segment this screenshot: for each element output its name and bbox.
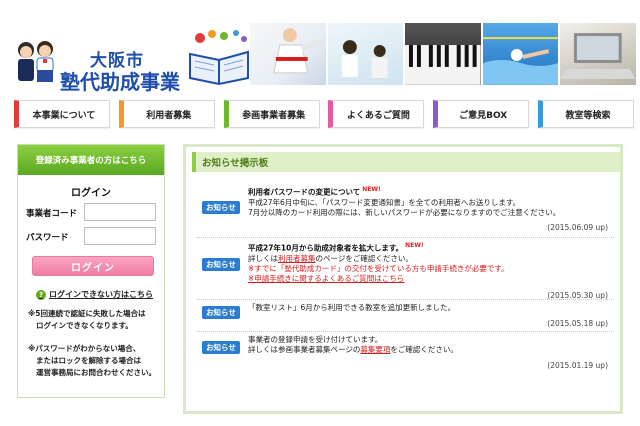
main-nav: 本事業について 利用者募集 参画事業者募集 よくあるご質問 ご意見BOX 教室等… xyxy=(14,100,634,130)
nav-item-label: 本事業について xyxy=(32,110,96,121)
notice-divider xyxy=(196,331,614,332)
nav-item-label: 参画事業者募集 xyxy=(242,110,306,121)
notice-date: (2015.06.09 up) xyxy=(547,223,608,232)
user-recruitment-link[interactable]: 利用者募集 xyxy=(278,254,316,263)
notice-body: 事業者の登録申請を受け付けています。 詳しくは参画事業者募集ページの募集要項をご… xyxy=(248,335,608,355)
login-title: ログイン xyxy=(71,188,111,199)
password-row: パスワード xyxy=(18,227,166,247)
karate-photo xyxy=(250,23,326,85)
notice-divider xyxy=(196,299,614,300)
piano-photo xyxy=(405,23,481,85)
notice-line: ※すでに「塾代助成カード」の交付を受けている方も申請手続きが必要です。 xyxy=(248,263,509,273)
recruitment-guidelines-link[interactable]: 募集要項 xyxy=(360,345,390,354)
open-book-icon xyxy=(189,30,249,86)
swimming-photo xyxy=(482,23,559,85)
notice-body: 「教室リスト」6月から利用できる教室を追加更新しました。 xyxy=(248,303,608,313)
nav-item-feedback-box[interactable]: ご意見BOX xyxy=(433,100,530,128)
notice-board: お知らせ掲示板 お知らせ 利用者パスワードの変更について NEW! 平成27年6月… xyxy=(183,144,623,414)
notice-divider xyxy=(196,237,614,238)
notice-line: 平成27年6月中旬に、「パスワード変更通知書」を全ての利用者へお送りします。 xyxy=(248,197,521,207)
notice-badge: お知らせ xyxy=(202,258,240,271)
site-logo[interactable]: 大阪市 塾代助成事業 xyxy=(8,26,249,94)
notice-body: 平成27年10月から助成対象者を拡大します。 NEW! 詳しくは利用者募集のページ… xyxy=(248,241,608,284)
classroom-icon xyxy=(341,40,388,78)
lockout-note: ※5回連続で認証に失敗した場合は ログインできなくなります。 xyxy=(28,308,162,332)
password-help-note: ※パスワードがわからない場合、 またはロックを解除する場合は 運営事務局にお問合… xyxy=(28,343,162,379)
notice-badge: お知らせ xyxy=(202,201,240,214)
logo-text-line2: 塾代助成事業 xyxy=(60,70,180,94)
notice-line: 事業者の登録申請を受け付けています。 xyxy=(248,335,383,344)
login-panel: 登録済み事業者の方はこちら ログイン 事業者コード パスワード ログイン ? ロ… xyxy=(17,144,165,398)
notice-title[interactable]: 利用者パスワードの変更について xyxy=(248,188,360,197)
nav-item-user-recruitment[interactable]: 利用者募集 xyxy=(118,100,215,128)
question-icon: ? xyxy=(36,289,46,300)
new-badge: NEW! xyxy=(362,186,381,193)
header: 大阪市 塾代助成事業 xyxy=(0,0,640,94)
new-badge: NEW! xyxy=(405,242,424,249)
computer-photo xyxy=(560,23,636,85)
notice-item: お知らせ 事業者の登録申請を受け付けています。 詳しくは参画事業者募集ページの募… xyxy=(202,335,612,375)
lockout-note-line1: ※5回連続で認証に失敗した場合は xyxy=(28,309,146,318)
karate-icon xyxy=(273,28,323,74)
password-help-line3: 運営事務局にお問合わせください。 xyxy=(36,368,156,377)
notice-line: 詳しくは利用者募集のページをご確認ください。 xyxy=(248,253,413,263)
faq-application-link[interactable]: ※申請手続きに関するよくあるご質問はこちら xyxy=(248,274,608,284)
notice-line: 7月分以降のカード利用の際には、新しいパスワードが必要になりますのでご注意くださ… xyxy=(248,207,561,217)
nav-item-faq[interactable]: よくあるご質問 xyxy=(328,100,425,128)
piano-icon xyxy=(405,45,481,85)
password-input[interactable] xyxy=(84,227,156,245)
nav-item-label: ご意見BOX xyxy=(459,110,508,121)
nav-item-about[interactable]: 本事業について xyxy=(14,100,110,128)
nav-item-business-recruitment[interactable]: 参画事業者募集 xyxy=(223,100,320,128)
password-label: パスワード xyxy=(26,233,69,243)
nav-item-classroom-search[interactable]: 教室等検索 xyxy=(537,100,634,128)
header-photo-strip xyxy=(250,23,636,85)
business-code-label: 事業者コード xyxy=(26,209,78,219)
nav-item-label: 利用者募集 xyxy=(146,110,192,121)
laptop-icon xyxy=(560,33,636,79)
lockout-note-line2: ログインできなくなります。 xyxy=(36,321,133,330)
notice-body: 利用者パスワードの変更について NEW! 平成27年6月中旬に、「パスワード変更通… xyxy=(248,185,608,218)
notice-line: 詳しくは参画事業者募集ページの募集要項をご確認ください。 xyxy=(248,345,458,354)
notice-board-header: お知らせ掲示板 xyxy=(192,152,620,172)
swimmer-icon xyxy=(482,37,559,85)
cannot-login-link[interactable]: ? ログインできない方はこちら xyxy=(36,289,153,300)
nav-item-label: 教室等検索 xyxy=(565,110,611,121)
nav-item-label: よくあるご質問 xyxy=(346,110,410,121)
password-help-line2: またはロックを解除する場合は xyxy=(36,356,141,365)
notice-title[interactable]: 平成27年10月から助成対象者を拡大します。 xyxy=(248,244,403,253)
classroom-photo xyxy=(327,23,404,85)
notice-board-title: お知らせ掲示板 xyxy=(202,158,269,169)
cannot-login-link-text: ログインできない方はこちら xyxy=(49,290,153,299)
notice-item: お知らせ 「教室リスト」6月から利用できる教室を追加更新しました。 (2015.… xyxy=(202,303,612,331)
business-code-input[interactable] xyxy=(84,203,156,221)
notice-date: (2015.01.19 up) xyxy=(547,361,608,370)
notice-badge: お知らせ xyxy=(202,341,240,354)
login-button[interactable]: ログイン xyxy=(32,256,154,276)
notice-item: お知らせ 利用者パスワードの変更について NEW! 平成27年6月中旬に、「パスワ… xyxy=(202,185,612,235)
login-panel-header: 登録済み事業者の方はこちら xyxy=(18,145,164,175)
notice-badge: お知らせ xyxy=(202,306,240,319)
notice-date: (2015.05.18 up) xyxy=(547,319,608,328)
password-help-line1: ※パスワードがわからない場合、 xyxy=(28,344,141,353)
students-illustration-icon xyxy=(18,41,54,82)
notice-item: お知らせ 平成27年10月から助成対象者を拡大します。 NEW! 詳しくは利用者募… xyxy=(202,241,612,301)
notice-line[interactable]: 「教室リスト」6月から利用できる教室を追加更新しました。 xyxy=(248,303,608,313)
business-code-row: 事業者コード xyxy=(18,203,166,223)
